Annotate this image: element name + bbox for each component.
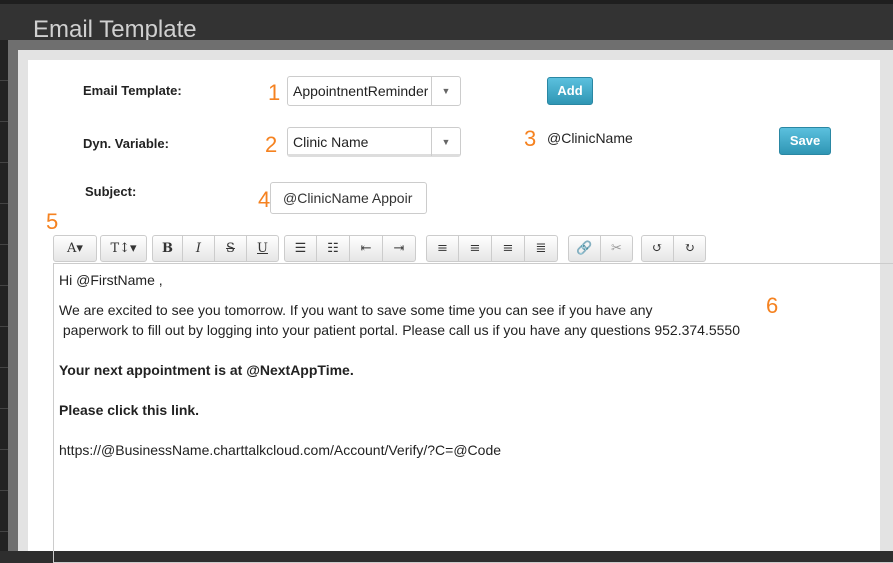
align-center-button[interactable]: ≡	[458, 235, 492, 262]
chevron-down-icon: ▼	[431, 77, 460, 105]
justify-icon: ≣	[535, 241, 547, 256]
annotation-3: 3	[524, 126, 537, 151]
annotation-4: 4	[258, 187, 271, 212]
save-button[interactable]: Save	[779, 127, 831, 155]
italic-button[interactable]: I	[182, 235, 215, 262]
redo-icon: ↻	[684, 241, 695, 256]
toolbar-group-font: A▾	[53, 235, 97, 263]
strikethrough-icon: S	[226, 241, 235, 256]
font-size-button[interactable]: T↕▾	[100, 235, 147, 262]
align-right-button[interactable]: ≡	[491, 235, 525, 262]
bold-icon: B	[162, 241, 173, 256]
annotation-2: 2	[265, 132, 278, 157]
toolbar-group-list: ☰ ☷ ⇤ ⇥	[284, 235, 416, 263]
left-strip	[0, 40, 8, 551]
select-value: Clinic Name	[293, 134, 369, 150]
annotation-1: 1	[268, 80, 281, 105]
annotation-6: 6	[766, 293, 779, 318]
unlink-icon: ✂	[611, 241, 622, 256]
numbered-list-icon: ☷	[327, 241, 339, 256]
dyn-variable-select[interactable]: Clinic Name ▼	[287, 127, 461, 157]
underline-button[interactable]: U	[246, 235, 279, 262]
subject-input[interactable]: @ClinicName Appoir	[270, 182, 427, 214]
underline-icon: U	[257, 241, 268, 256]
click-line: Please click this link.	[59, 402, 200, 418]
verify-link: https://@BusinessName.charttalkcloud.com…	[59, 442, 502, 458]
bullet-list-button[interactable]: ☰	[284, 235, 317, 262]
font-color-icon: A▾	[67, 241, 83, 256]
undo-icon: ↺	[652, 241, 663, 256]
link-icon: 🔗	[576, 241, 593, 256]
appointment-line: Your next appointment is at @NextAppTime…	[59, 362, 354, 378]
body-line-2: paperwork to fill out by logging into yo…	[59, 322, 740, 338]
align-right-icon: ≡	[502, 241, 514, 256]
align-left-button[interactable]: ≡	[426, 235, 459, 262]
add-button[interactable]: Add	[547, 77, 593, 105]
title-bar: Email Template	[0, 0, 893, 43]
subject-label: Subject:	[85, 184, 137, 199]
annotation-5: 5	[46, 209, 59, 234]
toolbar-group-align: ≡ ≡ ≡ ≣	[426, 235, 558, 263]
bold-button[interactable]: B	[152, 235, 183, 262]
unlink-button[interactable]: ✂	[600, 235, 633, 262]
email-template-label: Email Template:	[83, 83, 182, 98]
toolbar-group-history: ↺ ↻	[641, 235, 706, 263]
undo-button[interactable]: ↺	[641, 235, 674, 262]
italic-icon: I	[195, 241, 202, 256]
font-size-icon: T↕▾	[110, 241, 137, 256]
toolbar-group-size: T↕▾	[100, 235, 147, 263]
outdent-icon: ⇤	[360, 241, 372, 256]
redo-button[interactable]: ↻	[673, 235, 706, 262]
strikethrough-button[interactable]: S	[214, 235, 247, 262]
bullet-list-icon: ☰	[294, 241, 307, 256]
greeting: Hi @FirstName ,	[59, 272, 163, 288]
justify-button[interactable]: ≣	[524, 235, 558, 262]
email-template-select[interactable]: AppointnentReminder ▼	[287, 76, 461, 106]
select-value: AppointnentReminder	[293, 83, 429, 99]
indent-button[interactable]: ⇥	[382, 235, 416, 262]
link-button[interactable]: 🔗	[568, 235, 601, 262]
indent-icon: ⇥	[393, 241, 405, 256]
outdent-button[interactable]: ⇤	[349, 235, 383, 262]
chevron-down-icon: ▼	[431, 128, 460, 156]
dyn-token: @ClinicName	[547, 130, 633, 146]
toolbar-group-style: BISU	[152, 235, 279, 263]
numbered-list-button[interactable]: ☷	[316, 235, 350, 262]
dyn-variable-label: Dyn. Variable:	[83, 136, 169, 151]
align-left-icon: ≡	[437, 241, 448, 256]
toolbar-group-link: 🔗 ✂	[568, 235, 633, 263]
font-color-button[interactable]: A▾	[53, 235, 97, 262]
align-center-icon: ≡	[469, 241, 481, 256]
